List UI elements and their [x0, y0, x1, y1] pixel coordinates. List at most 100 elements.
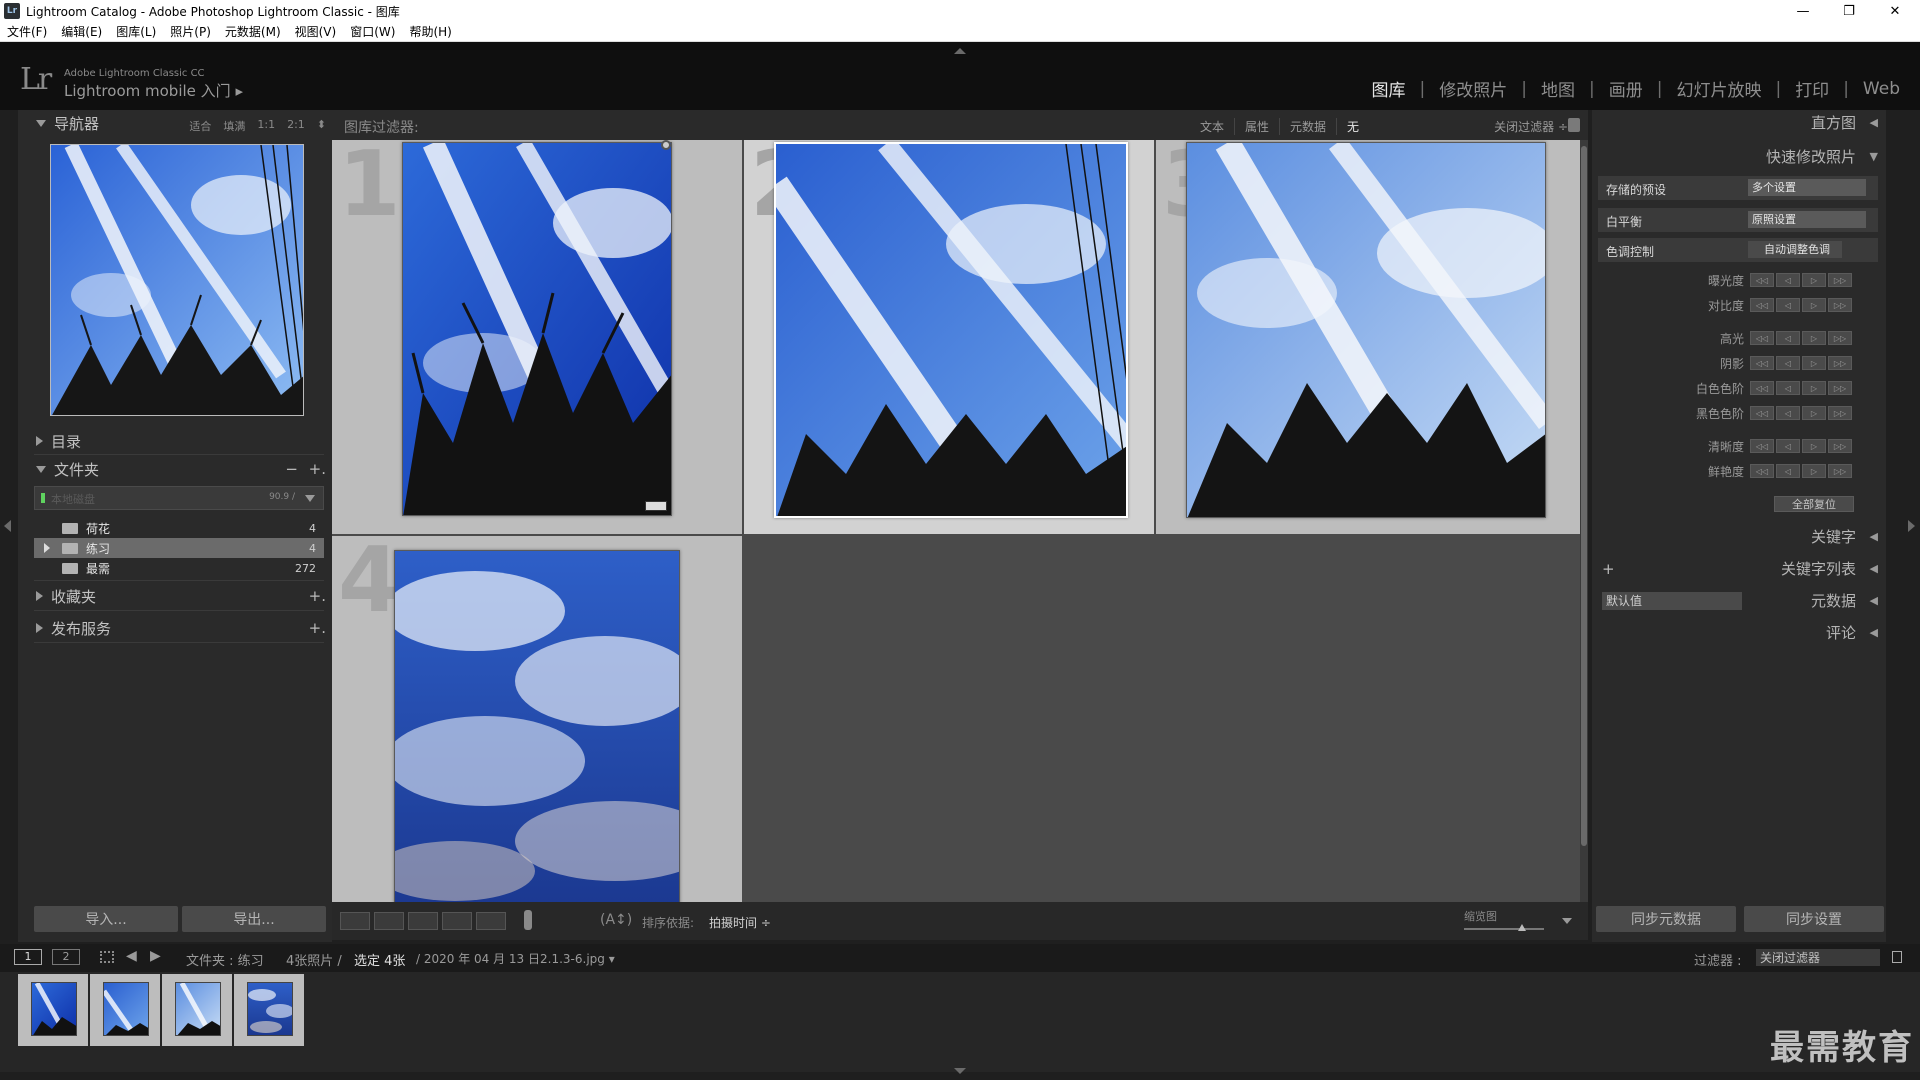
zoom-fit[interactable]: 适合: [189, 118, 211, 134]
step-button[interactable]: ▷▷: [1828, 273, 1852, 287]
grid-cell[interactable]: 3: [1156, 140, 1580, 534]
step-button[interactable]: ▷: [1802, 381, 1826, 395]
current-file-name[interactable]: / 2020 年 04 月 13 日2.1.3-6.jpg ▾: [416, 950, 615, 967]
loupe-view-icon[interactable]: [374, 912, 404, 930]
step-button[interactable]: ▷▷: [1828, 439, 1852, 453]
step-button[interactable]: ◁: [1776, 464, 1800, 478]
photo-thumbnail[interactable]: [1186, 142, 1546, 518]
step-button[interactable]: ▷▷: [1828, 406, 1852, 420]
step-button[interactable]: ◁: [1776, 331, 1800, 345]
filmstrip-filter-dropdown[interactable]: 关闭过滤器: [1756, 949, 1880, 966]
step-button[interactable]: ▷: [1802, 273, 1826, 287]
volume-dropdown-icon[interactable]: [305, 495, 315, 502]
forward-arrow-icon[interactable]: ▶: [150, 948, 161, 964]
comments-header[interactable]: 评论 ◀: [1592, 620, 1886, 646]
step-button[interactable]: ▷: [1802, 464, 1826, 478]
edited-badge-icon[interactable]: [645, 501, 667, 511]
module-library[interactable]: 图库: [1358, 76, 1420, 101]
step-button[interactable]: ◁: [1776, 298, 1800, 312]
back-arrow-icon[interactable]: ◀: [126, 948, 137, 964]
grid-cell[interactable]: 1: [332, 140, 742, 534]
grid-scroll-thumb[interactable]: [1581, 146, 1587, 846]
photo-thumbnail[interactable]: [774, 142, 1128, 518]
mobile-getting-started[interactable]: Lightroom mobile 入门 ▸: [64, 80, 243, 101]
filmstrip-thumb[interactable]: [90, 974, 160, 1046]
filter-preset-dropdown[interactable]: 关闭过滤器 ÷: [1494, 118, 1568, 135]
compare-view-icon[interactable]: [408, 912, 438, 930]
step-button[interactable]: ◁◁: [1750, 298, 1774, 312]
step-button[interactable]: ▷: [1802, 356, 1826, 370]
quick-develop-header[interactable]: 快速修改照片 ▼: [1592, 144, 1886, 170]
folder-item-practice[interactable]: 练习 4: [34, 538, 324, 558]
menu-window[interactable]: 窗口(W): [343, 23, 402, 40]
left-panel-toggle-icon[interactable]: [4, 520, 11, 532]
step-button[interactable]: ◁: [1776, 356, 1800, 370]
saved-preset-dropdown[interactable]: 多个设置: [1748, 179, 1866, 196]
collection-add-button[interactable]: +.: [309, 587, 326, 605]
publish-services-header[interactable]: 发布服务 +.: [18, 615, 332, 641]
menu-metadata[interactable]: 元数据(M): [218, 23, 288, 40]
white-balance-dropdown[interactable]: 原照设置: [1748, 211, 1866, 228]
photo-thumbnail[interactable]: [402, 142, 672, 516]
step-button[interactable]: ◁◁: [1750, 381, 1774, 395]
photo-thumbnail[interactable]: [394, 550, 680, 902]
sync-metadata-button[interactable]: 同步元数据: [1596, 906, 1736, 932]
step-button[interactable]: ▷: [1802, 298, 1826, 312]
metadata-preset-dropdown[interactable]: 默认值: [1602, 592, 1742, 610]
menu-view[interactable]: 视图(V): [288, 23, 344, 40]
catalog-header[interactable]: 目录: [18, 428, 332, 454]
step-button[interactable]: ◁◁: [1750, 331, 1774, 345]
step-button[interactable]: ◁◁: [1750, 406, 1774, 420]
expand-icon[interactable]: [44, 543, 50, 553]
minimize-button[interactable]: —: [1780, 0, 1826, 22]
sort-direction-icon[interactable]: (A↕): [600, 912, 632, 928]
filter-tab-attribute[interactable]: 属性: [1234, 118, 1279, 135]
top-panel-toggle-icon[interactable]: [954, 48, 966, 54]
zoom-more-icon[interactable]: ⬍: [317, 118, 326, 134]
step-button[interactable]: ◁: [1776, 273, 1800, 287]
sync-settings-button[interactable]: 同步设置: [1744, 906, 1884, 932]
select-circle-icon[interactable]: [661, 140, 671, 150]
menu-photo[interactable]: 照片(P): [163, 23, 218, 40]
keywording-header[interactable]: 关键字 ◀: [1592, 524, 1886, 550]
step-button[interactable]: ▷▷: [1828, 381, 1852, 395]
step-button[interactable]: ◁◁: [1750, 464, 1774, 478]
module-slideshow[interactable]: 幻灯片放映: [1662, 76, 1775, 101]
zoom-fill[interactable]: 填满: [223, 118, 245, 134]
histogram-header[interactable]: 直方图 ◀: [1592, 110, 1886, 136]
zoom-2-1[interactable]: 2:1: [287, 118, 305, 134]
filmstrip-thumb[interactable]: [18, 974, 88, 1046]
folder-minus-button[interactable]: −: [285, 460, 298, 478]
thumbnail-size-slider[interactable]: [1464, 928, 1544, 930]
grid-icon[interactable]: [100, 951, 114, 963]
close-button[interactable]: ✕: [1872, 0, 1918, 22]
step-button[interactable]: ▷▷: [1828, 331, 1852, 345]
zoom-1-1[interactable]: 1:1: [257, 118, 275, 134]
step-button[interactable]: ◁: [1776, 381, 1800, 395]
spray-can-icon[interactable]: [524, 910, 532, 930]
auto-tone-button[interactable]: 自动调整色调: [1748, 241, 1842, 258]
step-button[interactable]: ◁◁: [1750, 273, 1774, 287]
people-view-icon[interactable]: [476, 912, 506, 930]
module-develop[interactable]: 修改照片: [1425, 76, 1521, 101]
step-button[interactable]: ▷: [1802, 331, 1826, 345]
collections-header[interactable]: 收藏夹 +.: [18, 583, 332, 609]
folders-header[interactable]: 文件夹 − +.: [18, 456, 332, 482]
step-button[interactable]: ▷▷: [1828, 356, 1852, 370]
filter-tab-metadata[interactable]: 元数据: [1279, 118, 1336, 135]
metadata-header[interactable]: 默认值 元数据 ◀: [1592, 588, 1886, 614]
filmstrip-thumb[interactable]: [162, 974, 232, 1046]
step-button[interactable]: ◁: [1776, 439, 1800, 453]
step-button[interactable]: ◁◁: [1750, 439, 1774, 453]
maximize-button[interactable]: ❐: [1826, 0, 1872, 22]
filmstrip-thumb[interactable]: [234, 974, 304, 1046]
source-label[interactable]: 文件夹 : 练习: [186, 950, 264, 969]
module-book[interactable]: 画册: [1595, 76, 1657, 101]
module-print[interactable]: 打印: [1781, 76, 1843, 101]
sort-dropdown[interactable]: 拍摄时间 ÷: [709, 914, 771, 931]
bottom-panel-toggle-icon[interactable]: [954, 1068, 966, 1074]
module-map[interactable]: 地图: [1527, 76, 1589, 101]
lock-icon[interactable]: [1568, 118, 1580, 132]
display-2-button[interactable]: 2: [52, 949, 80, 965]
export-button[interactable]: 导出...: [182, 906, 326, 932]
